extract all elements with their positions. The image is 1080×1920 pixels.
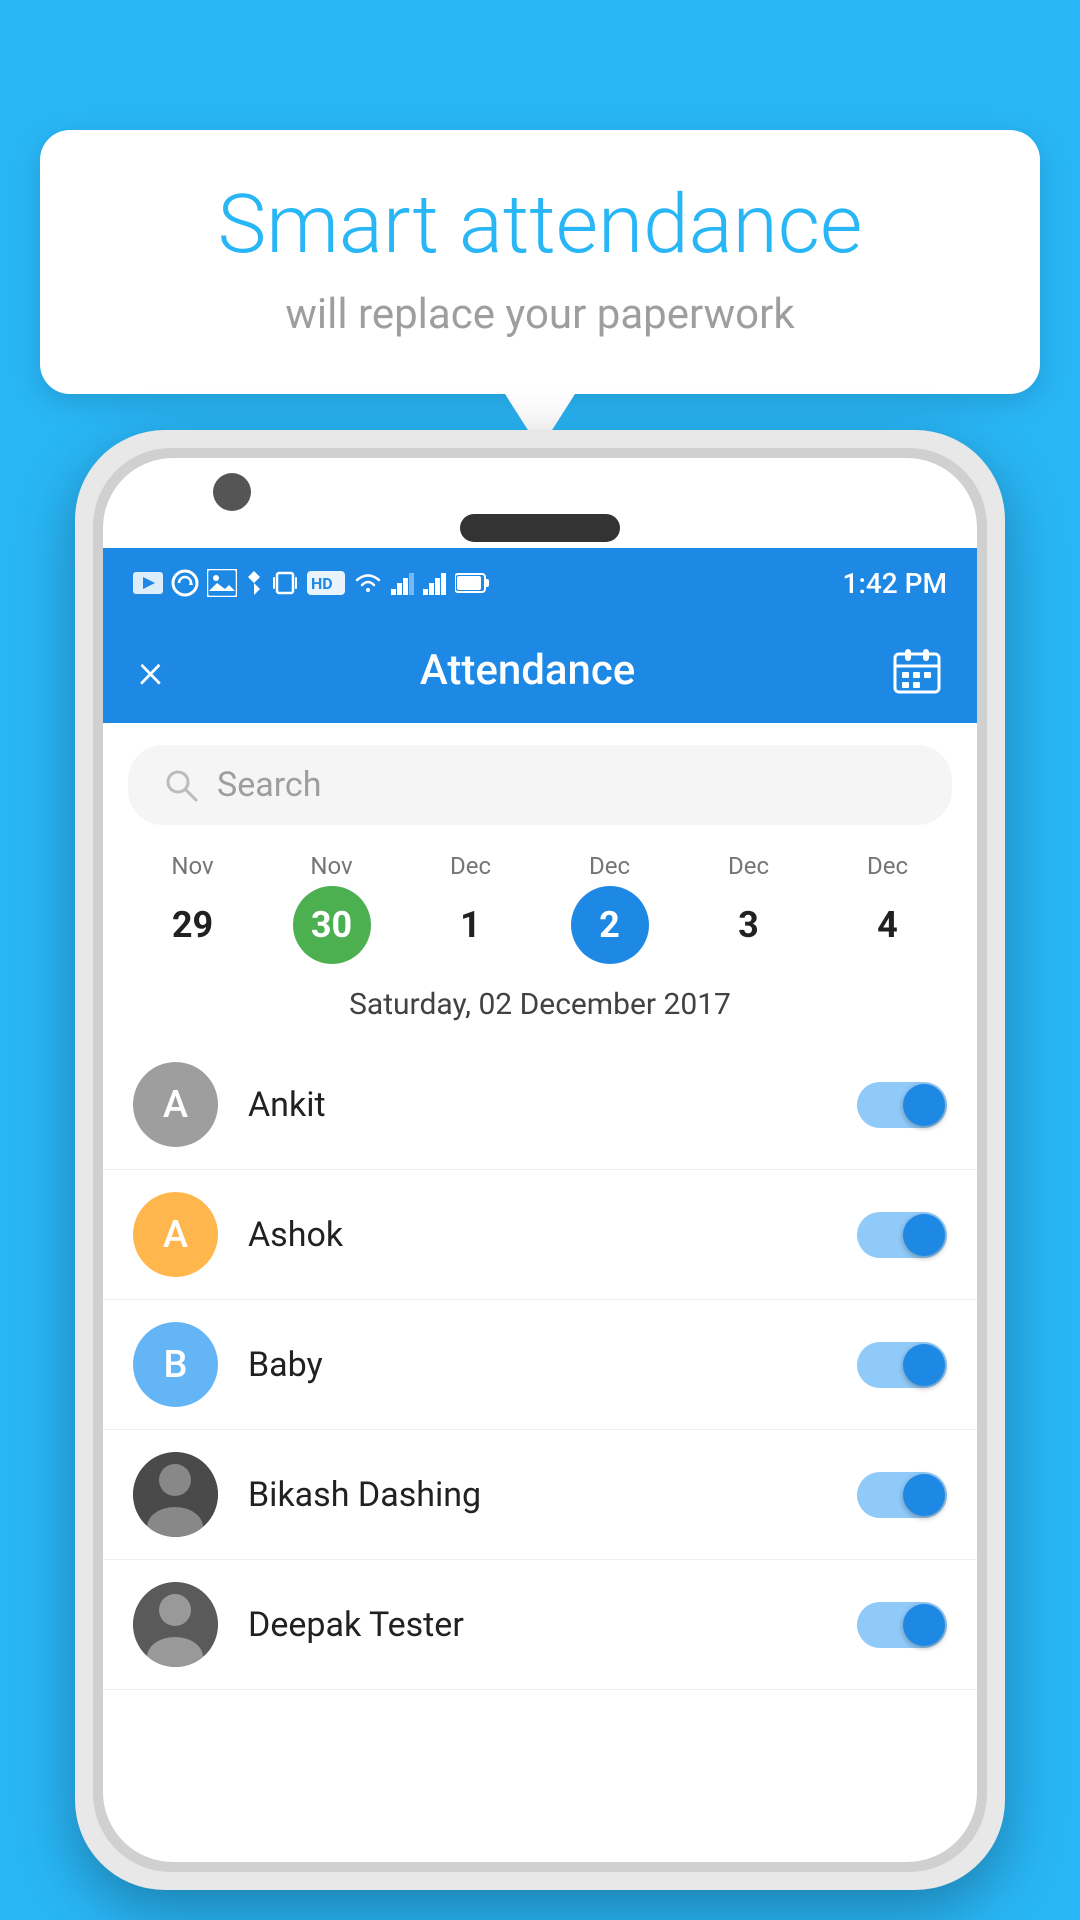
attendance-list: A Ankit A Ashok [103,1040,977,1690]
attendance-item-ankit: A Ankit [103,1040,977,1170]
date-item-dec2[interactable]: Dec 2 [562,852,657,964]
person-name-bikash: Bikash Dashing [248,1475,827,1515]
vibrate-icon [271,569,299,597]
hd-icon: HD [307,571,345,595]
toggle-baby[interactable] [857,1342,947,1388]
person-name-ankit: Ankit [248,1085,827,1125]
battery-icon [455,572,491,594]
wifi-icon [353,570,383,596]
avatar-bikash [133,1452,218,1537]
header-title: Attendance [420,646,635,695]
date-item-nov30[interactable]: Nov 30 [284,852,379,964]
attendance-item-ashok: A Ashok [103,1170,977,1300]
date-strip: Nov 29 Nov 30 Dec 1 Dec 2 [103,840,977,972]
sync-icon [171,569,199,597]
toggle-bikash[interactable] [857,1472,947,1518]
search-input[interactable]: Search [217,765,321,805]
close-button[interactable]: × [138,647,163,695]
date-item-dec1[interactable]: Dec 1 [423,852,518,964]
bubble-title: Smart attendance [100,180,980,270]
person-name-baby: Baby [248,1345,827,1385]
play-icon [133,572,163,594]
date-item-dec3[interactable]: Dec 3 [701,852,796,964]
bluetooth-icon [245,569,263,597]
attendance-item-bikash: Bikash Dashing [103,1430,977,1560]
calendar-icon [892,646,942,696]
app-header: × Attendance [103,618,977,723]
avatar-baby: B [133,1322,218,1407]
toggle-thumb-deepak [903,1604,945,1646]
avatar-ashok: A [133,1192,218,1277]
person-name-deepak: Deepak Tester [248,1605,827,1645]
speech-bubble: Smart attendance will replace your paper… [40,130,1040,394]
status-time: 1:42 PM [843,567,947,600]
signal1-icon [391,571,415,595]
status-icons: HD [133,569,491,597]
toggle-thumb-baby [903,1344,945,1386]
phone-mockup: HD 1:42 PM × Attendance [75,430,1005,1920]
toggle-deepak[interactable] [857,1602,947,1648]
bubble-subtitle: will replace your paperwork [100,290,980,339]
status-bar: HD 1:42 PM [103,548,977,618]
search-icon [163,767,199,803]
selected-date-label: Saturday, 02 December 2017 [103,972,977,1040]
search-bar[interactable]: Search [128,745,952,825]
avatar-ankit: A [133,1062,218,1147]
date-item-nov29[interactable]: Nov 29 [145,852,240,964]
bikash-silhouette [133,1452,218,1537]
signal2-icon [423,571,447,595]
calendar-button[interactable] [892,646,942,696]
phone-speaker [460,514,620,542]
toggle-thumb-bikash [903,1474,945,1516]
date-item-dec4[interactable]: Dec 4 [840,852,935,964]
deepak-silhouette [133,1582,218,1667]
phone-camera [213,473,251,511]
image-icon [207,569,237,597]
svg-text:HD: HD [311,574,333,593]
attendance-item-baby: B Baby [103,1300,977,1430]
person-name-ashok: Ashok [248,1215,827,1255]
avatar-deepak [133,1582,218,1667]
toggle-ankit[interactable] [857,1082,947,1128]
toggle-thumb-ashok [903,1214,945,1256]
attendance-item-deepak: Deepak Tester [103,1560,977,1690]
toggle-ashok[interactable] [857,1212,947,1258]
toggle-thumb-ankit [903,1084,945,1126]
